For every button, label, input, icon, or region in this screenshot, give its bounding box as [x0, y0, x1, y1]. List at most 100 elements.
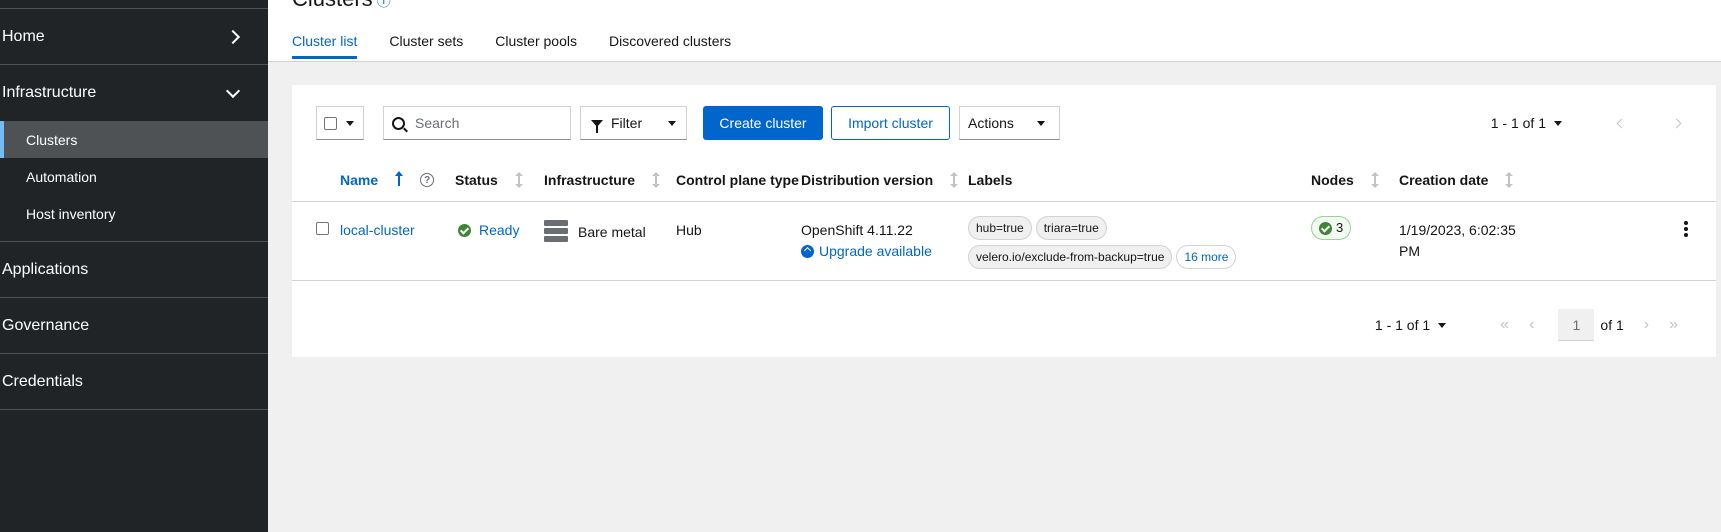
sort-ascending-icon — [395, 171, 404, 186]
sidebar-top-divider — [0, 0, 268, 9]
sidebar-item-label: Host inventory — [26, 205, 116, 222]
sidebar-group-label: Credentials — [2, 372, 83, 390]
info-icon[interactable]: ⓘ — [377, 0, 391, 9]
caret-down-icon — [1554, 120, 1562, 126]
arrow-up-circle-icon — [801, 245, 814, 258]
actions-label: Actions — [968, 115, 1014, 131]
page-of-label: of 1 — [1600, 317, 1624, 333]
table-row: local-cluster Ready Bare metal Hub OpenS… — [292, 203, 1716, 281]
pagination-count-toggle[interactable]: 1 - 1 of 1 — [1375, 317, 1447, 333]
sidebar-group-applications[interactable]: Applications — [0, 242, 268, 298]
table-toolbar: Filter Create cluster Import cluster Act… — [316, 106, 1692, 140]
next-page-icon[interactable] — [1671, 118, 1682, 128]
pagination-bottom: 1 - 1 of 1 « ‹ 1 of 1 › » — [1375, 309, 1688, 341]
row-select-checkbox[interactable] — [316, 222, 329, 235]
column-header-distribution[interactable]: Distribution version — [801, 158, 959, 202]
pagination-count: 1 - 1 of 1 — [1490, 115, 1546, 131]
sidebar-divider — [0, 232, 268, 242]
tab-discovered-clusters[interactable]: Discovered clusters — [609, 33, 731, 59]
previous-page-icon[interactable] — [1616, 118, 1627, 128]
labels-cell: hub=true triara=true velero.io/exclude-fr… — [968, 216, 1268, 274]
column-label: Labels — [968, 172, 1013, 188]
cluster-table-card: Filter Create cluster Import cluster Act… — [292, 85, 1716, 357]
sidebar-group-label: Home — [2, 27, 45, 45]
import-cluster-button[interactable]: Import cluster — [831, 106, 950, 140]
first-page-icon[interactable]: « — [1500, 316, 1509, 334]
sort-icon — [514, 172, 523, 188]
sidebar-group-governance[interactable]: Governance — [0, 298, 268, 354]
filter-icon — [591, 119, 603, 133]
sidebar-group-label: Infrastructure — [2, 84, 97, 101]
sidebar-group-home[interactable]: Home — [0, 9, 268, 65]
column-header-labels: Labels — [968, 158, 1012, 202]
page-title-text: Clusters — [292, 0, 373, 11]
caret-down-icon — [346, 120, 354, 126]
column-label: Status — [455, 172, 498, 188]
create-cluster-button[interactable]: Create cluster — [703, 106, 823, 140]
cluster-name-link[interactable]: local-cluster — [340, 220, 415, 241]
chevron-down-icon — [225, 83, 241, 98]
column-label: Infrastructure — [544, 172, 636, 188]
check-circle-icon — [1319, 221, 1332, 235]
tab-cluster-sets[interactable]: Cluster sets — [389, 33, 463, 59]
kebab-icon[interactable] — [1684, 221, 1688, 239]
column-header-name[interactable]: Name ? — [340, 158, 435, 202]
control-plane-value: Hub — [676, 222, 702, 238]
bulk-select-checkbox[interactable] — [324, 116, 337, 130]
filter-label: Filter — [611, 115, 643, 131]
creation-date-line: PM — [1399, 243, 1420, 259]
search-box[interactable] — [383, 106, 571, 140]
sidebar-nav: Home Infrastructure Clusters Automation … — [0, 0, 268, 532]
sort-icon — [950, 172, 959, 188]
column-label: Distribution version — [801, 172, 934, 188]
column-header-infrastructure[interactable]: Infrastructure — [544, 158, 661, 202]
status-ready-link[interactable]: Ready — [479, 222, 519, 238]
sidebar-item-label: Clusters — [26, 131, 78, 148]
label-chip: hub=true — [968, 216, 1032, 240]
tab-cluster-list[interactable]: Cluster list — [292, 33, 358, 59]
tab-cluster-pools[interactable]: Cluster pools — [495, 33, 577, 59]
previous-page-icon[interactable]: ‹ — [1529, 316, 1534, 334]
sidebar-item-label: Automation — [26, 168, 97, 185]
help-icon[interactable]: ? — [420, 173, 435, 187]
column-label: Name — [340, 172, 379, 188]
status-cell: Ready — [458, 220, 519, 241]
search-input[interactable] — [415, 115, 565, 131]
infrastructure-cell: Bare metal — [544, 220, 646, 243]
check-circle-icon — [458, 224, 471, 237]
column-header-creation-date[interactable]: Creation date — [1399, 158, 1514, 202]
labels-more-button[interactable]: 16 more — [1176, 245, 1237, 269]
creation-date-cell: 1/19/2023, 6:02:35 PM — [1399, 220, 1516, 262]
pagination-top: 1 - 1 of 1 — [1491, 106, 1692, 140]
nodes-badge[interactable]: 3 — [1311, 216, 1352, 240]
chevron-right-icon — [225, 29, 241, 44]
column-label: Creation date — [1399, 172, 1489, 188]
sidebar-group-label: Governance — [2, 316, 90, 334]
sort-icon — [652, 172, 661, 188]
tab-bar: Cluster list Cluster sets Cluster pools … — [292, 33, 763, 59]
sidebar-group-credentials[interactable]: Credentials — [0, 354, 268, 410]
filter-dropdown[interactable]: Filter — [580, 106, 687, 140]
sidebar-item-automation[interactable]: Automation — [0, 158, 268, 195]
last-page-icon[interactable]: » — [1669, 316, 1678, 334]
label-chip: triara=true — [1035, 216, 1107, 240]
nodes-cell: 3 — [1311, 216, 1352, 241]
distribution-version: OpenShift 4.11.22 — [801, 222, 913, 238]
creation-date-line: 1/19/2023, 6:02:35 — [1399, 222, 1516, 238]
sidebar-item-host-inventory[interactable]: Host inventory — [0, 195, 268, 232]
next-page-icon[interactable]: › — [1644, 316, 1649, 334]
distribution-cell: OpenShift 4.11.22 Upgrade available — [801, 220, 932, 262]
caret-down-icon — [668, 120, 676, 126]
bulk-select[interactable] — [316, 106, 364, 140]
actions-dropdown[interactable]: Actions — [959, 106, 1060, 140]
upgrade-available-link[interactable]: Upgrade available — [801, 241, 932, 262]
sidebar-group-infrastructure[interactable]: Infrastructure — [0, 65, 268, 121]
nodes-count: 3 — [1336, 220, 1344, 235]
column-header-nodes[interactable]: Nodes — [1311, 158, 1379, 202]
page-number-input[interactable]: 1 — [1558, 309, 1595, 341]
column-header-status[interactable]: Status — [455, 158, 523, 202]
upgrade-label: Upgrade available — [819, 243, 932, 259]
sidebar-item-clusters[interactable]: Clusters — [0, 121, 268, 158]
pagination-count-toggle[interactable]: 1 - 1 of 1 — [1491, 115, 1562, 131]
search-icon — [392, 116, 405, 130]
